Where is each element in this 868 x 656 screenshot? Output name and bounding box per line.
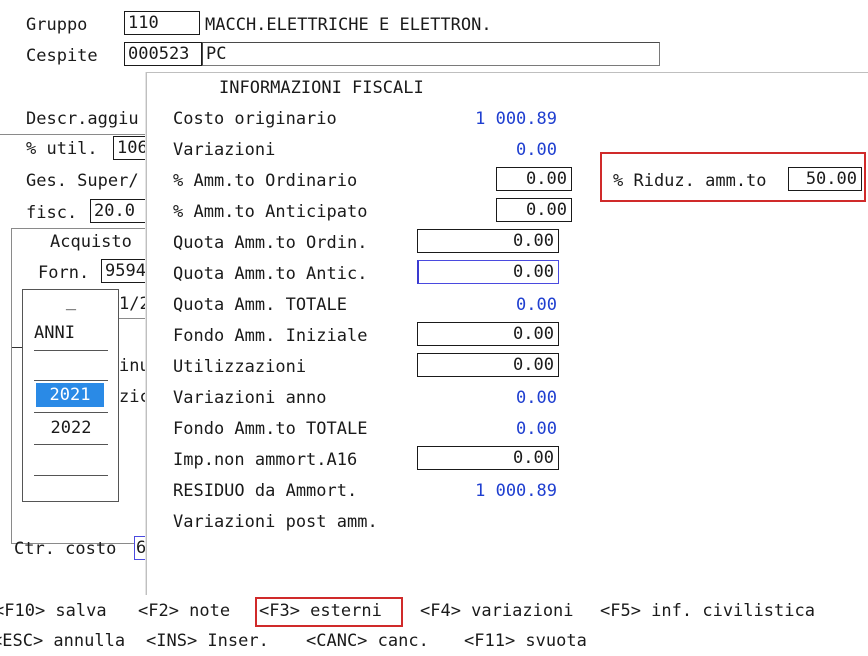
informazioni-fiscali-panel: INFORMAZIONI FISCALI Costo originario 1 … <box>146 72 868 595</box>
gruppo-description: MACCH.ELETTRICHE E ELETTRON. <box>205 15 492 35</box>
amm-ordinario-field[interactable]: 0.00 <box>496 167 572 191</box>
acquisto-label: Acquisto <box>48 231 134 253</box>
fornitore-field[interactable]: 9594 <box>101 259 151 283</box>
variazioni-post-label: Variazioni post amm. <box>173 512 378 532</box>
riduz-label: % Riduz. amm.to <box>613 171 767 191</box>
gruppo-label: Gruppo <box>26 15 88 35</box>
quota-ordin-field[interactable]: 0.00 <box>417 229 559 253</box>
anni-handle: _ <box>65 291 77 311</box>
key-ins-inser[interactable]: <INS> Inser. <box>146 630 269 652</box>
cespite-label: Cespite <box>26 46 98 66</box>
fisc-label: fisc. <box>26 203 78 223</box>
util-label: % util. <box>26 139 98 159</box>
variazioni-label: Variazioni <box>173 140 276 160</box>
key-f11-svuota[interactable]: <F11> svuota <box>464 630 587 652</box>
imp-non-ammort-field[interactable]: 0.00 <box>417 446 559 470</box>
variazioni-value: 0.00 <box>516 140 557 160</box>
key-canc-canc[interactable]: <CANC> canc. <box>306 630 429 652</box>
quota-antic-field[interactable]: 0.00 <box>417 260 559 284</box>
amm-anticipato-field[interactable]: 0.00 <box>496 198 572 222</box>
variazioni-anno-value: 0.00 <box>516 388 557 408</box>
divider <box>34 350 108 380</box>
utilizzazioni-label: Utilizzazioni <box>173 357 307 377</box>
quota-totale-value: 0.00 <box>516 295 557 315</box>
fondo-iniziale-field[interactable]: 0.00 <box>417 322 559 346</box>
anni-header: ANNI <box>34 323 75 343</box>
amm-anticipato-label: % Amm.to Anticipato <box>173 202 368 222</box>
key-f3-esterni[interactable]: <F3> esterni <box>259 600 382 622</box>
utilizzazioni-field[interactable]: 0.00 <box>417 353 559 377</box>
year-row-2021-container: 2021 <box>34 380 108 412</box>
divider <box>119 318 149 319</box>
fornitore-label: Forn. <box>38 263 90 283</box>
key-f10-salva[interactable]: <F10> salva <box>0 600 107 622</box>
riduz-field[interactable]: 50.00 <box>788 167 862 191</box>
divider <box>12 347 22 348</box>
imp-non-ammort-label: Imp.non ammort.A16 <box>173 450 358 470</box>
quota-antic-label: Quota Amm.to Antic. <box>173 264 368 284</box>
divider <box>0 134 150 135</box>
key-esc-annulla[interactable]: <ESC> annulla <box>0 630 125 652</box>
descr-aggiuntiva-label: Descr.aggiu <box>26 109 139 129</box>
amm-ordinario-label: % Amm.to Ordinario <box>173 171 358 191</box>
key-f5-inf-civilistica[interactable]: <F5> inf. civilistica <box>600 600 815 622</box>
year-row-empty[interactable] <box>34 444 108 476</box>
costo-originario-label: Costo originario <box>173 109 337 129</box>
panel-title: INFORMAZIONI FISCALI <box>219 78 424 98</box>
key-f4-variazioni[interactable]: <F4> variazioni <box>420 600 574 622</box>
year-row-2022[interactable]: 2022 <box>34 412 108 444</box>
year-row-2021[interactable]: 2021 <box>36 383 104 407</box>
variazioni-anno-label: Variazioni anno <box>173 388 327 408</box>
ctr-costo-label: Ctr. costo <box>14 539 117 559</box>
costo-originario-value: 1 000.89 <box>475 109 557 129</box>
quota-totale-label: Quota Amm. TOTALE <box>173 295 347 315</box>
fisc-field[interactable]: 20.0 <box>90 199 150 223</box>
fondo-totale-value: 0.00 <box>516 419 557 439</box>
key-f2-note[interactable]: <F2> note <box>138 600 230 622</box>
residuo-value: 1 000.89 <box>475 481 557 501</box>
cespite-description-field[interactable]: PC <box>202 42 660 66</box>
gruppo-code-field[interactable]: 110 <box>124 11 200 35</box>
fondo-iniziale-label: Fondo Amm. Iniziale <box>173 326 368 346</box>
quota-ordin-label: Quota Amm.to Ordin. <box>173 233 368 253</box>
residuo-label: RESIDUO da Ammort. <box>173 481 358 501</box>
ges-super-label: Ges. Super/ <box>26 171 139 191</box>
fondo-totale-label: Fondo Amm.to TOTALE <box>173 419 368 439</box>
anni-list: _ ANNI 2021 2022 <box>34 290 110 476</box>
cespite-code-field[interactable]: 000523 <box>124 42 202 66</box>
